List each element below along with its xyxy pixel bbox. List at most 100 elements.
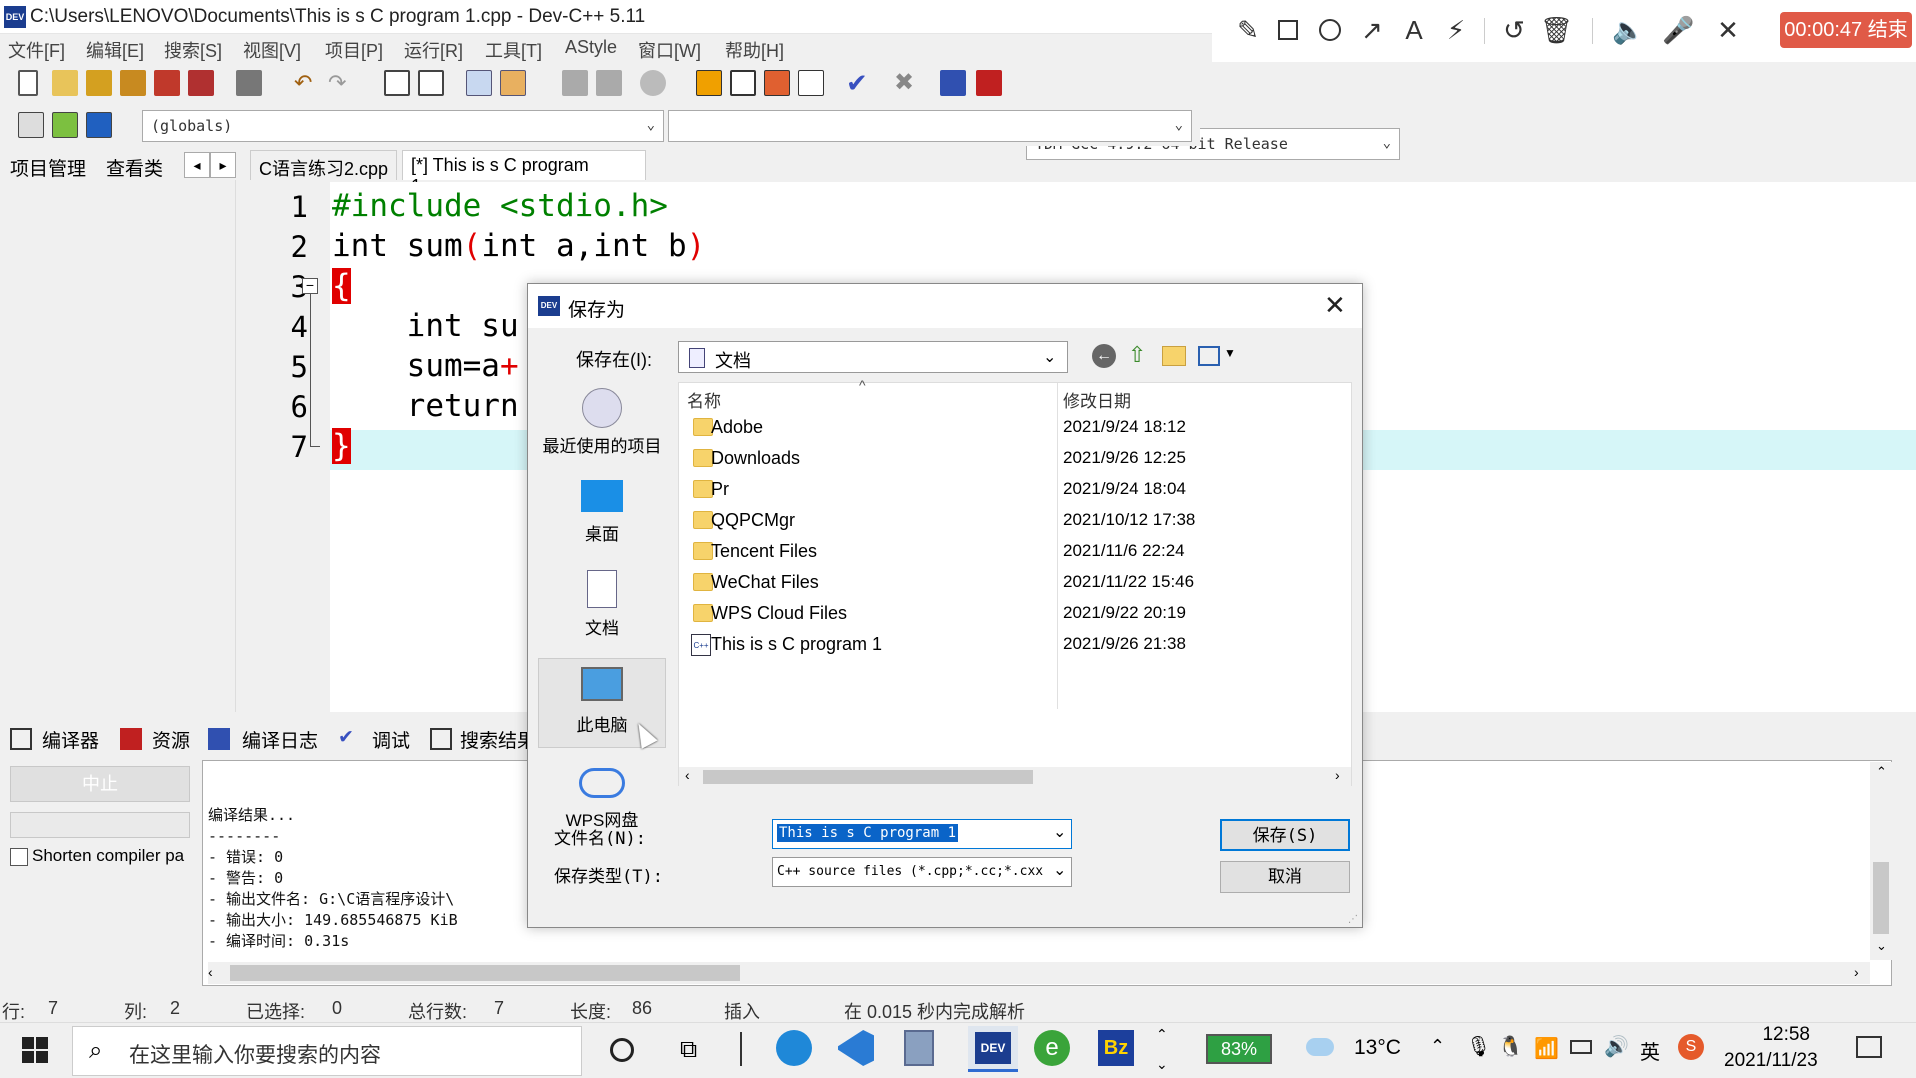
notifications-icon[interactable]	[1856, 1036, 1882, 1058]
open-file-icon[interactable]	[52, 70, 78, 96]
next-icon[interactable]	[596, 70, 622, 96]
shorten-paths-checkbox[interactable]	[10, 848, 28, 866]
prev-icon[interactable]	[562, 70, 588, 96]
filetype-select[interactable]: C++ source files (*.cpp;*.cc;*.cxx;*. ⌄	[772, 857, 1072, 887]
speaker-icon[interactable]: 🔈	[1612, 14, 1644, 46]
windows-start-icon[interactable]	[22, 1037, 48, 1063]
file-list-hscrollbar[interactable]: ‹ ›	[679, 767, 1351, 787]
save-all-icon[interactable]	[120, 70, 146, 96]
weather-temperature[interactable]: 13°C	[1354, 1036, 1401, 1060]
new-file-icon[interactable]	[18, 70, 38, 96]
compile-icon[interactable]	[696, 70, 722, 96]
edge-browser-icon[interactable]	[776, 1030, 812, 1066]
list-item[interactable]: WeChat Files 2021/11/22 15:46	[679, 568, 1351, 599]
toggle-comment-icon[interactable]	[640, 70, 666, 96]
tab-debug[interactable]: 调试	[372, 726, 410, 753]
place-desktop[interactable]: 桌面	[538, 474, 666, 554]
place-documents[interactable]: 文档	[538, 566, 666, 646]
log-horizontal-scrollbar[interactable]: ‹ ›	[208, 962, 1870, 984]
syntax-check-icon[interactable]: ✔	[846, 70, 872, 96]
goto-icon[interactable]	[52, 112, 78, 138]
dialog-close-icon[interactable]: ✕	[1324, 290, 1346, 321]
back-icon[interactable]: ←	[1092, 344, 1116, 368]
tab-file-active[interactable]: [*] This is s C program 1.cpp	[402, 150, 646, 196]
tray-wifi-icon[interactable]: 📶	[1534, 1036, 1559, 1061]
filename-input[interactable]: This is s C program 1 ⌄	[772, 819, 1072, 849]
list-item[interactable]: Pr 2021/9/24 18:04	[679, 475, 1351, 506]
compile-run-icon[interactable]	[764, 70, 790, 96]
tab-project[interactable]: 项目管理	[10, 154, 86, 181]
magic-wand-icon[interactable]: ⚡	[1440, 14, 1472, 46]
menu-help[interactable]: 帮助[H]	[725, 37, 784, 63]
text-icon[interactable]: A	[1398, 14, 1430, 46]
bandizip-icon[interactable]: Bz	[1098, 1030, 1134, 1066]
close-all-icon[interactable]	[188, 70, 214, 96]
clock-date[interactable]: 2021/11/23	[1724, 1050, 1818, 1072]
function-select[interactable]: ⌄	[668, 110, 1192, 142]
tab-compile-log[interactable]: 编译日志	[242, 726, 318, 753]
unindent-icon[interactable]	[500, 70, 526, 96]
list-item[interactable]: WPS Cloud Files 2021/9/22 20:19	[679, 599, 1351, 630]
view-menu-icon[interactable]: ▼	[1198, 344, 1238, 368]
tab-compiler[interactable]: 编译器	[42, 726, 99, 753]
new-folder-icon[interactable]	[1162, 346, 1186, 366]
menu-astyle[interactable]: AStyle	[565, 37, 617, 58]
bookmark-icon[interactable]	[86, 112, 112, 138]
menu-edit[interactable]: 编辑[E]	[86, 37, 144, 63]
arrow-icon[interactable]: ↗	[1356, 14, 1388, 46]
tab-resources[interactable]: 资源	[152, 726, 190, 753]
replace-icon[interactable]	[418, 70, 444, 96]
chevron-down-icon[interactable]: ⌄	[1053, 822, 1066, 842]
menu-project[interactable]: 项目[P]	[325, 37, 383, 63]
scope-select[interactable]: (globals) ⌄	[142, 110, 664, 142]
taskbar-devcpp-active[interactable]: DEV	[968, 1026, 1018, 1072]
tab-file-c-practice-2[interactable]: C语言练习2.cpp	[250, 150, 398, 180]
tab-classes[interactable]: 查看类	[106, 154, 163, 181]
menu-run[interactable]: 运行[R]	[404, 37, 463, 63]
trash-icon[interactable]: 🗑	[1540, 14, 1573, 46]
file-list[interactable]: 名称 ^ 修改日期 Adobe 2021/9/24 18:12 Downloads…	[678, 377, 1352, 787]
column-name[interactable]: 名称	[687, 387, 721, 412]
close-file-icon[interactable]	[154, 70, 180, 96]
resize-grip-icon[interactable]: ⋰	[1348, 914, 1358, 925]
print-icon[interactable]	[236, 70, 262, 96]
profile-icon[interactable]	[940, 70, 966, 96]
taskbar-scroll-up-icon[interactable]: ⌃	[1156, 1026, 1168, 1043]
find-icon[interactable]	[384, 70, 410, 96]
calculator-icon[interactable]	[904, 1030, 934, 1066]
taskbar-search-box[interactable]: ⌕ 在这里输入你要搜索的内容	[72, 1026, 582, 1076]
list-item[interactable]: Adobe 2021/9/24 18:12	[679, 413, 1351, 444]
up-folder-icon[interactable]: ⇧	[1128, 342, 1146, 368]
circle-icon[interactable]	[1314, 14, 1346, 46]
tray-expand-icon[interactable]: ⌃	[1430, 1036, 1445, 1057]
tab-search-results[interactable]: 搜索结果	[460, 726, 536, 753]
task-view-icon[interactable]: ⧉	[680, 1036, 697, 1064]
stop-compile-button[interactable]: 中止	[10, 766, 190, 802]
save-icon[interactable]	[86, 70, 112, 96]
tab-scroll-right-icon[interactable]: ▸	[210, 152, 236, 178]
taskbar-scroll-down-icon[interactable]: ⌄	[1156, 1056, 1168, 1073]
undo-arrow-icon[interactable]: ↶	[294, 70, 320, 96]
column-modified[interactable]: 修改日期	[1063, 387, 1131, 412]
undo-icon[interactable]: ↺	[1498, 14, 1530, 46]
menu-file[interactable]: 文件[F]	[8, 37, 65, 63]
menu-tools[interactable]: 工具[T]	[485, 37, 542, 63]
tray-mic-icon[interactable]: 🎙	[1466, 1034, 1491, 1059]
rectangle-icon[interactable]	[1272, 14, 1304, 46]
tray-sogou-ime-icon[interactable]: S	[1678, 1034, 1704, 1060]
pencil-icon[interactable]: ✎	[1232, 14, 1264, 46]
insert-icon[interactable]	[18, 112, 44, 138]
redo-arrow-icon[interactable]: ↷	[328, 70, 354, 96]
run-icon[interactable]	[730, 70, 756, 96]
place-recent[interactable]: 最近使用的项目	[538, 382, 666, 462]
microphone-icon[interactable]: 🎤	[1662, 14, 1694, 46]
recording-timer-end-button[interactable]: 00:00:47 结束	[1780, 12, 1912, 48]
cortana-icon[interactable]	[610, 1038, 634, 1062]
indent-icon[interactable]	[466, 70, 492, 96]
fold-collapse-icon[interactable]: −	[302, 278, 318, 294]
save-in-select[interactable]: 文档 ⌄	[678, 341, 1068, 373]
clock-time[interactable]: 12:58	[1752, 1024, 1810, 1046]
stop-execution-icon[interactable]: ✖	[894, 70, 920, 96]
cancel-button[interactable]: 取消	[1220, 861, 1350, 893]
list-item[interactable]: C++ This is s C program 1 2021/9/26 21:38	[679, 630, 1351, 661]
